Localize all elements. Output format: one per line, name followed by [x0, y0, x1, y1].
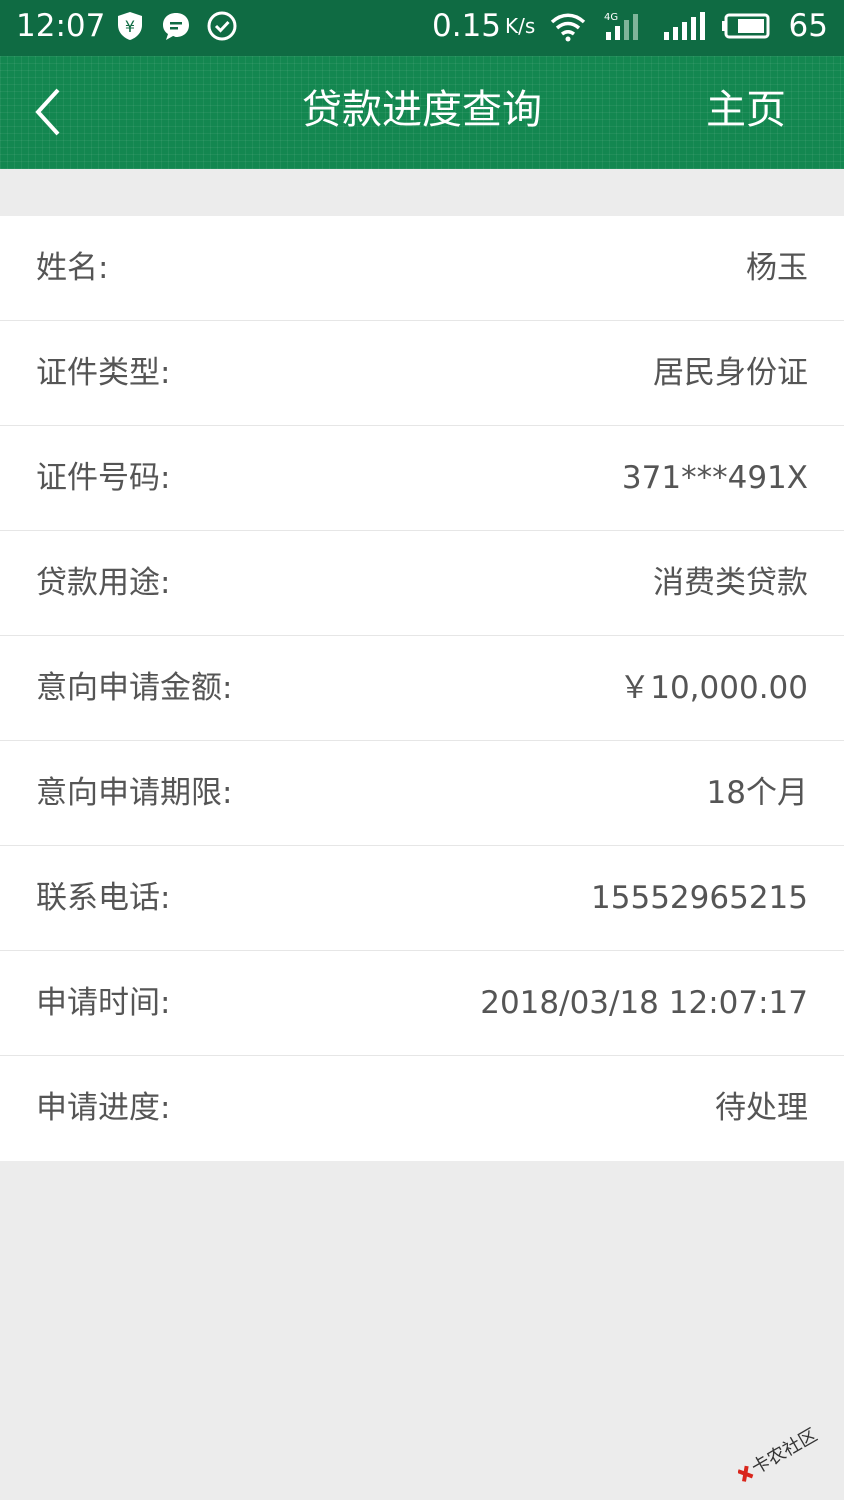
- detail-label: 申请时间:: [36, 985, 171, 1021]
- signal-4g-icon: 4G: [604, 12, 638, 40]
- message-icon: [163, 13, 189, 40]
- status-notification-icons: ¥: [114, 10, 238, 42]
- detail-value: 杨玉: [746, 250, 808, 286]
- detail-value: 15552965215: [591, 880, 808, 916]
- detail-row-apply-time: 申请时间: 2018/03/18 12:07:17: [0, 951, 844, 1056]
- detail-value: ￥10,000.00: [619, 670, 808, 706]
- check-circle-icon: [207, 11, 237, 41]
- detail-label: 联系电话:: [36, 880, 171, 916]
- detail-row-term: 意向申请期限: 18个月: [0, 741, 844, 846]
- status-system-icons: 4G: [548, 10, 774, 42]
- detail-row-amount: 意向申请金额: ￥10,000.00: [0, 636, 844, 741]
- detail-row-id-number: 证件号码: 371***491X: [0, 426, 844, 531]
- detail-row-phone: 联系电话: 15552965215: [0, 846, 844, 951]
- detail-label: 意向申请金额:: [36, 670, 233, 706]
- network-speed-unit: K/s: [505, 14, 536, 38]
- detail-label: 贷款用途:: [36, 565, 171, 601]
- svg-text:4G: 4G: [604, 12, 618, 23]
- detail-label: 姓名:: [36, 250, 109, 286]
- detail-label: 意向申请期限:: [36, 775, 233, 811]
- detail-value: 18个月: [706, 775, 808, 811]
- shield-yen-icon: ¥: [118, 12, 142, 40]
- detail-label: 证件类型:: [36, 355, 171, 391]
- detail-row-id-type: 证件类型: 居民身份证: [0, 321, 844, 426]
- network-speed: 0.15 K/s: [432, 8, 536, 44]
- svg-text:卡农社区: 卡农社区: [748, 1426, 821, 1479]
- status-time: 12:07: [16, 8, 106, 44]
- detail-row-name: 姓名: 杨玉: [0, 216, 844, 321]
- signal-icon: [664, 12, 705, 40]
- svg-text:¥: ¥: [125, 17, 135, 36]
- detail-value: 待处理: [715, 1090, 808, 1126]
- watermark-logo: 卡农社区: [738, 1426, 821, 1482]
- detail-label: 证件号码:: [36, 460, 171, 496]
- battery-icon: [722, 13, 770, 39]
- detail-row-loan-purpose: 贷款用途: 消费类贷款: [0, 531, 844, 636]
- detail-label: 申请进度:: [36, 1090, 171, 1126]
- battery-level: 65: [788, 8, 828, 44]
- status-bar: 12:07 ¥ 0.15 K/s 4G 65: [0, 0, 844, 56]
- wifi-icon: [550, 13, 586, 42]
- home-button[interactable]: 主页: [706, 82, 786, 138]
- detail-value: 2018/03/18 12:07:17: [480, 985, 808, 1021]
- detail-value: 消费类贷款: [653, 565, 808, 601]
- detail-row-progress: 申请进度: 待处理: [0, 1056, 844, 1161]
- detail-value: 371***491X: [621, 460, 808, 496]
- detail-value: 居民身份证: [653, 355, 808, 391]
- nav-bar: 贷款进度查询 主页: [0, 56, 844, 169]
- loan-details-list: 姓名: 杨玉 证件类型: 居民身份证 证件号码: 371***491X 贷款用途…: [0, 216, 844, 1161]
